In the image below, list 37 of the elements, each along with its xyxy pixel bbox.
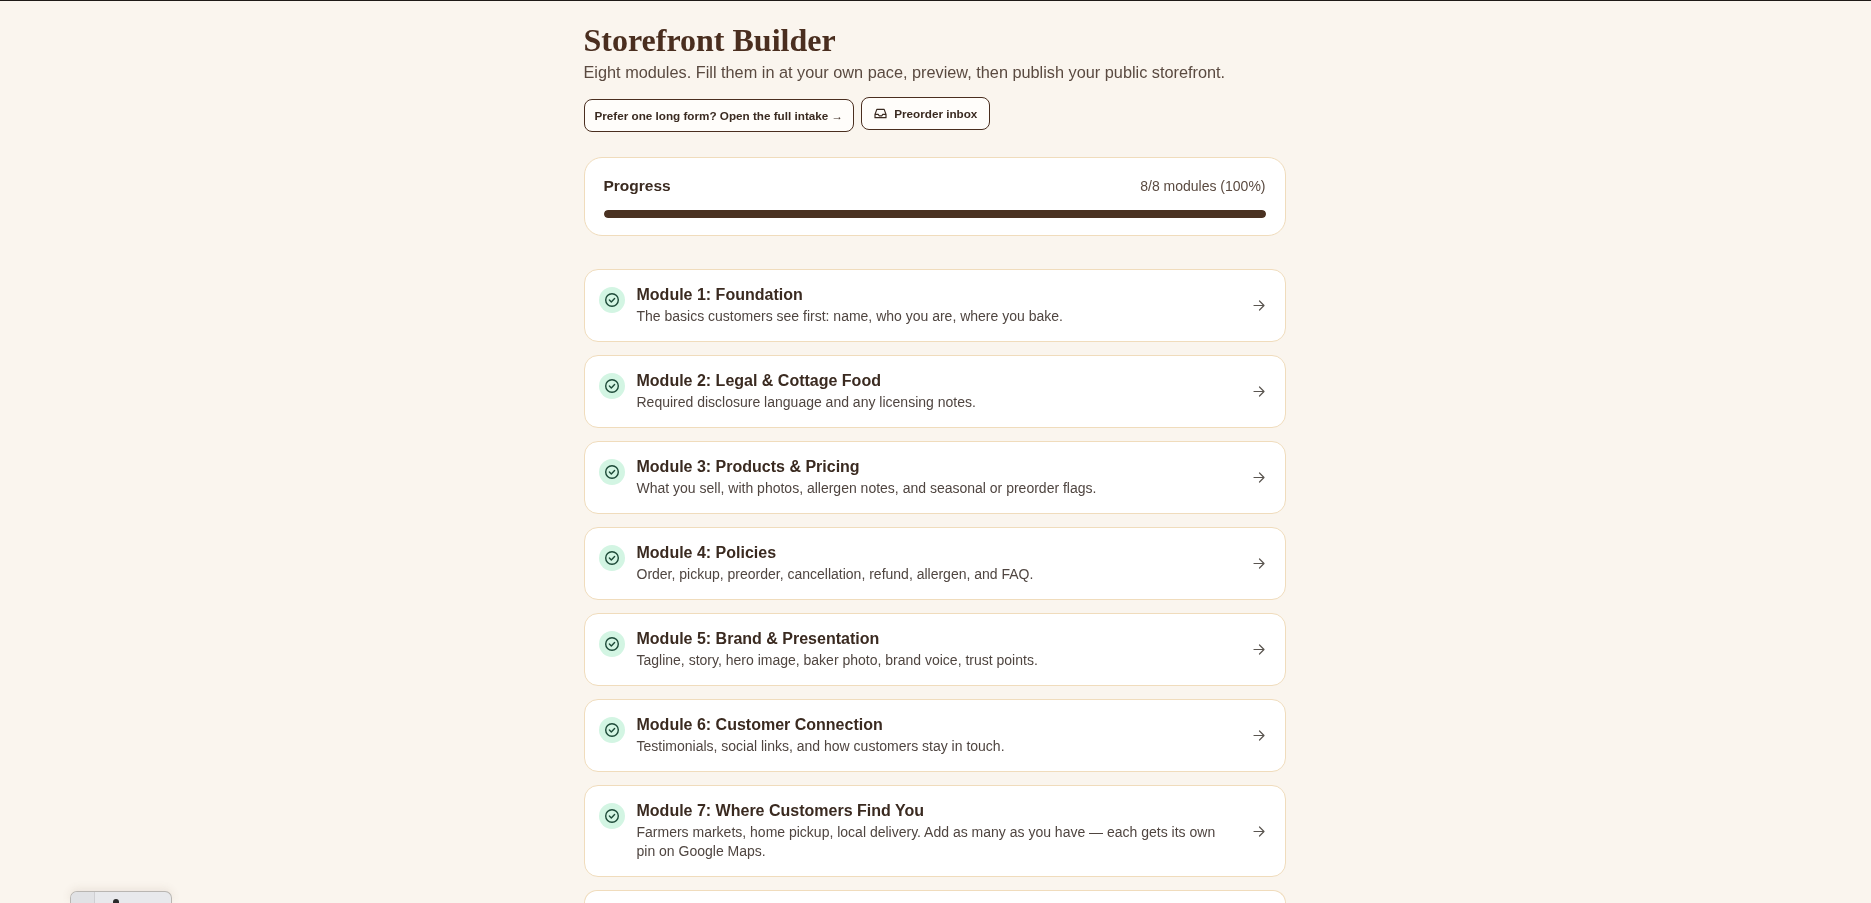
module-description: Farmers markets, home pickup, local delivery. Add as many as you have — each gets its own pin on Google Maps. bbox=[636, 823, 1217, 861]
module-description: Tagline, story, hero image, baker photo, brand voice, trust points. bbox=[636, 651, 1038, 670]
arrow-right-icon bbox=[1252, 825, 1265, 837]
module-title: Module 6: Customer Connection bbox=[636, 715, 883, 735]
floating-toolbar[interactable] bbox=[70, 891, 172, 903]
arrow-right-icon bbox=[1252, 386, 1265, 397]
inbox-icon bbox=[874, 108, 888, 119]
module-description: Order, pickup, preorder, cancellation, refund, allergen, and FAQ. bbox=[636, 565, 1034, 584]
module-card[interactable]: Module 4: Policies Order, pickup, preorder, cancellation, refund, allergen, and FAQ. bbox=[583, 527, 1286, 600]
module-card[interactable]: Module 2: Legal & Cottage Food Required disclosure language and any licensing notes. bbox=[583, 355, 1286, 428]
arrow-right-icon bbox=[1252, 730, 1265, 741]
module-title: Module 1: Foundation bbox=[636, 285, 803, 305]
module-title: Module 7: Where Customers Find You bbox=[636, 801, 924, 821]
arrow-right-icon bbox=[1252, 558, 1265, 569]
arrow-right-icon bbox=[1252, 644, 1265, 655]
arrow-right-icon bbox=[1252, 472, 1265, 483]
module-title: Module 3: Products & Pricing bbox=[636, 457, 860, 477]
module-card[interactable]: Module 1: Foundation The basics customers see first: name, who you are, where you bake. bbox=[583, 269, 1286, 342]
arrow-right-icon bbox=[1252, 300, 1265, 311]
page-title: Storefront Builder bbox=[583, 21, 836, 60]
module-title: Module 4: Policies bbox=[636, 543, 777, 563]
module-card[interactable]: Module 6: Customer Connection Testimonials, social links, and how customers stay in touch. bbox=[583, 699, 1286, 772]
inbox-button[interactable]: Preorder inbox bbox=[861, 97, 991, 130]
module-card[interactable]: Module 3: Products & Pricing What you sell, with photos, allergen notes, and seasonal or preorder flags. bbox=[583, 441, 1286, 514]
page-subtitle: Eight modules. Fill them in at your own pace, preview, then publish your public storefront. bbox=[583, 62, 1226, 83]
module-title: Module 5: Brand & Presentation bbox=[636, 629, 880, 649]
module-description: The basics customers see first: name, who you are, where you bake. bbox=[636, 307, 1063, 326]
module-card[interactable] bbox=[583, 890, 1286, 903]
intake-link-button[interactable]: Prefer one long form? Open the full intake → bbox=[583, 99, 855, 132]
module-title: Module 2: Legal & Cottage Food bbox=[636, 371, 881, 391]
module-card[interactable]: Module 7: Where Customers Find You Farmers markets, home pickup, local delivery. Add as many as you have — each gets its own pin on Google Maps. bbox=[583, 785, 1286, 877]
module-description: Testimonials, social links, and how customers stay in touch. bbox=[636, 737, 1005, 756]
progress-label: Progress bbox=[603, 177, 671, 195]
module-description: What you sell, with photos, allergen notes, and seasonal or preorder flags. bbox=[636, 479, 1097, 498]
module-description: Required disclosure language and any licensing notes. bbox=[636, 393, 976, 412]
module-card[interactable]: Module 5: Brand & Presentation Tagline, story, hero image, baker photo, brand voice, trust points. bbox=[583, 613, 1286, 686]
progress-reading: 8/8 modules (100%) bbox=[1140, 178, 1266, 194]
